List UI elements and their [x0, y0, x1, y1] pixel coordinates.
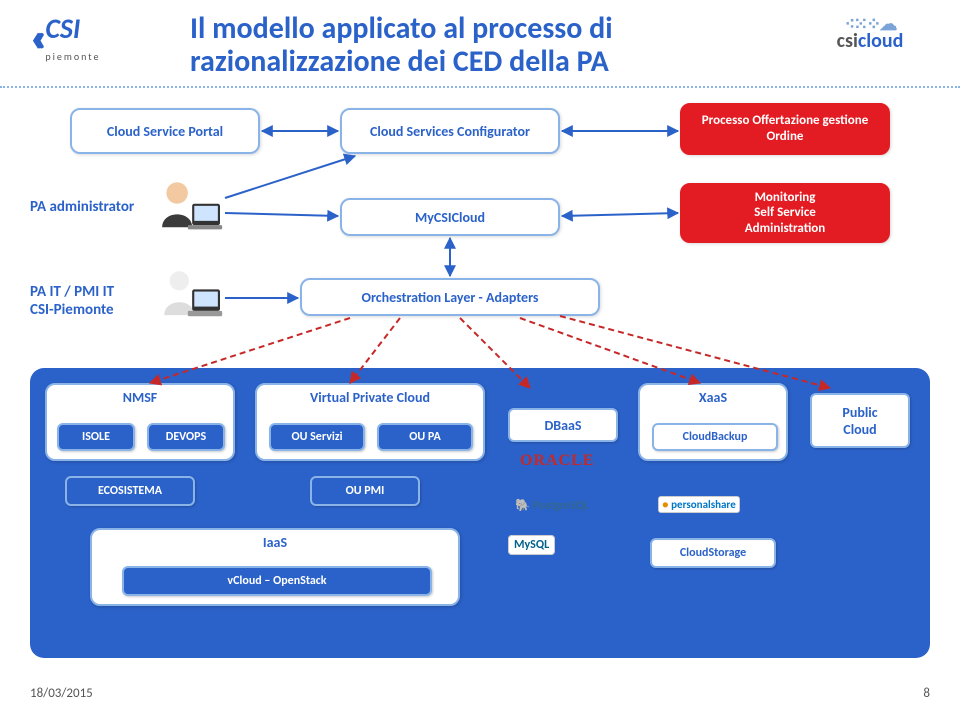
nmsf-card: NMSF ISOLE DEVOPS — [45, 383, 235, 461]
architecture-diagram: Cloud Service Portal Cloud Services Conf… — [0, 88, 960, 668]
logo-chevrons-icon: ‹‹‹ — [30, 13, 35, 62]
ou-servizi-chip: OU Servizi — [269, 423, 365, 451]
public-cloud-chip: Public Cloud — [810, 393, 910, 448]
csicloud-logo: ⁖⁙⁘☁︎ csicloud — [810, 10, 930, 53]
logo-subtext: piemonte — [45, 50, 100, 63]
vcloud-openstack-chip: vCloud – OpenStack — [122, 566, 432, 596]
user-it-icon — [155, 268, 225, 328]
iaas-title: IaaS — [92, 530, 458, 555]
footer-page: 8 — [923, 686, 930, 701]
ecosistema-chip: ECOSISTEMA — [65, 476, 195, 506]
iaas-card: IaaS vCloud – OpenStack — [90, 528, 460, 606]
nmsf-title: NMSF — [47, 385, 233, 410]
cloudstorage-chip: CloudStorage — [650, 538, 776, 568]
xaas-card: XaaS CloudBackup — [638, 383, 788, 461]
devops-chip: DEVOPS — [147, 423, 225, 451]
cloud-icon: ⁖⁙⁘☁︎ — [810, 20, 930, 29]
oracle-logo: ORACLE — [520, 452, 594, 470]
isole-chip: ISOLE — [57, 423, 135, 451]
mycsicloud-box: MyCSICloud — [340, 198, 560, 236]
cloud-service-portal-box: Cloud Service Portal — [70, 108, 260, 154]
csi-piemonte-logo: ‹‹‹ CSI piemonte — [30, 10, 170, 65]
xaas-title: XaaS — [640, 385, 786, 410]
footer-date: 18/03/2015 — [30, 686, 93, 701]
cloudbackup-chip: CloudBackup — [652, 423, 778, 451]
monitoring-box: Monitoring Self Service Administration — [680, 183, 890, 243]
processo-offertazione-box: Processo Offertazione gestione Ordine — [680, 103, 890, 155]
user-admin-icon — [155, 178, 225, 238]
pa-administrator-label: PA administrator — [30, 198, 134, 216]
vpc-card: Virtual Private Cloud OU Servizi OU PA — [255, 383, 485, 461]
services-panel: NMSF ISOLE DEVOPS ECOSISTEMA Virtual Pri… — [30, 368, 930, 658]
slide-title: Il modello applicato al processo di razi… — [190, 10, 810, 78]
pa-it-label: PA IT / PMI IT CSI-Piemonte — [30, 283, 114, 319]
postgresql-logo: 🐘 PostgreSQL — [515, 498, 589, 513]
slide-footer: 18/03/2015 8 — [30, 686, 930, 701]
dbaas-chip: DBaaS — [508, 408, 618, 442]
orchestration-layer-box: Orchestration Layer - Adapters — [300, 278, 600, 316]
logo-text: CSI — [45, 11, 80, 46]
slide-header: ‹‹‹ CSI piemonte Il modello applicato al… — [0, 0, 960, 88]
personalshare-logo: ● personalshare — [658, 496, 740, 513]
cloud-services-configurator-box: Cloud Services Configurator — [340, 108, 560, 154]
mysql-logo: MySQL — [508, 538, 555, 552]
ou-pa-chip: OU PA — [377, 423, 473, 451]
vpc-title: Virtual Private Cloud — [257, 385, 483, 410]
csicloud-text: csicloud — [837, 29, 904, 53]
ou-pmi-chip: OU PMI — [310, 476, 420, 506]
